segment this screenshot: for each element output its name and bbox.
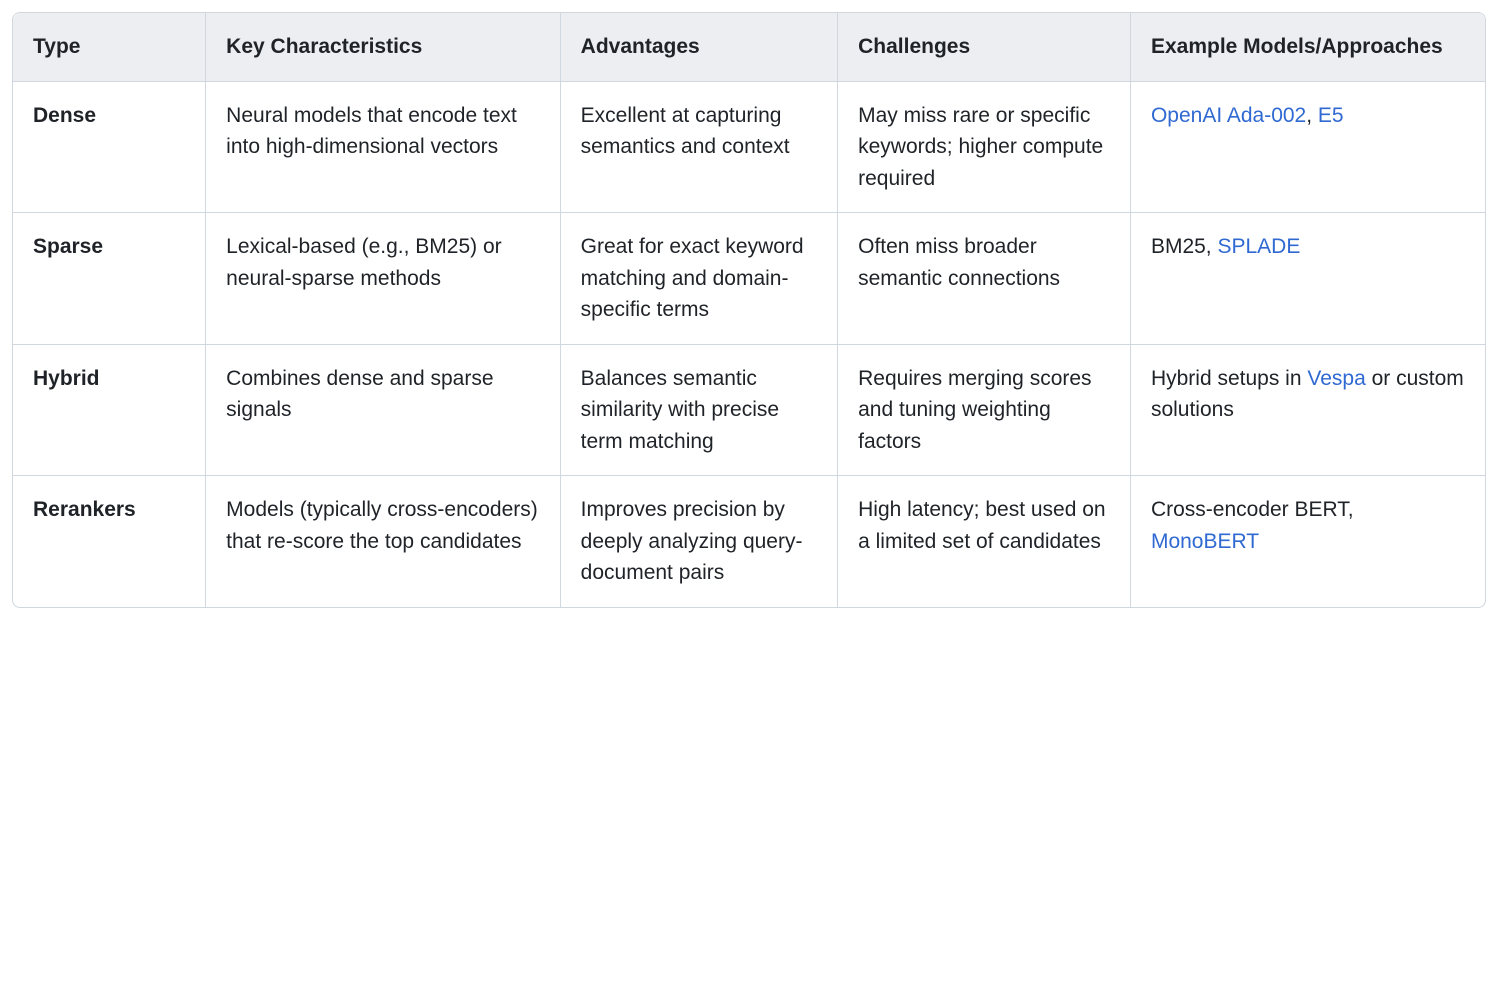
cell-example-models: Cross-encoder BERT, MonoBERT — [1130, 476, 1485, 607]
header-key-characteristics: Key Characteristics — [206, 13, 561, 81]
cell-type: Rerankers — [13, 476, 206, 607]
text-fragment: BM25, — [1151, 235, 1218, 258]
model-link[interactable]: E5 — [1318, 104, 1344, 127]
comparison-table-wrapper: Type Key Characteristics Advantages Chal… — [12, 12, 1486, 608]
model-link[interactable]: SPLADE — [1217, 235, 1300, 258]
table-header-row: Type Key Characteristics Advantages Chal… — [13, 13, 1485, 81]
table-row: DenseNeural models that encode text into… — [13, 81, 1485, 213]
cell-key-characteristics: Combines dense and sparse signals — [206, 344, 561, 476]
cell-challenges: May miss rare or specific keywords; high… — [838, 81, 1131, 213]
cell-type: Dense — [13, 81, 206, 213]
cell-advantages: Improves precision by deeply analyzing q… — [560, 476, 837, 607]
cell-challenges: Requires merging scores and tuning weigh… — [838, 344, 1131, 476]
text-fragment: Cross-encoder BERT, — [1151, 498, 1354, 521]
cell-example-models: BM25, SPLADE — [1130, 213, 1485, 345]
cell-type: Sparse — [13, 213, 206, 345]
table-row: RerankersModels (typically cross-encoder… — [13, 476, 1485, 607]
cell-example-models: OpenAI Ada-002, E5 — [1130, 81, 1485, 213]
cell-type: Hybrid — [13, 344, 206, 476]
cell-key-characteristics: Models (typically cross-encoders) that r… — [206, 476, 561, 607]
model-link[interactable]: OpenAI Ada-002 — [1151, 104, 1306, 127]
header-advantages: Advantages — [560, 13, 837, 81]
cell-key-characteristics: Neural models that encode text into high… — [206, 81, 561, 213]
cell-challenges: High latency; best used on a limited set… — [838, 476, 1131, 607]
text-fragment: , — [1306, 104, 1318, 127]
cell-advantages: Great for exact keyword matching and dom… — [560, 213, 837, 345]
table-row: SparseLexical-based (e.g., BM25) or neur… — [13, 213, 1485, 345]
cell-key-characteristics: Lexical-based (e.g., BM25) or neural-spa… — [206, 213, 561, 345]
cell-example-models: Hybrid setups in Vespa or custom solutio… — [1130, 344, 1485, 476]
cell-challenges: Often miss broader semantic connections — [838, 213, 1131, 345]
model-link[interactable]: Vespa — [1307, 367, 1365, 390]
model-link[interactable]: MonoBERT — [1151, 530, 1259, 553]
header-example-models: Example Models/Approaches — [1130, 13, 1485, 81]
table-row: HybridCombines dense and sparse signalsB… — [13, 344, 1485, 476]
cell-advantages: Balances semantic similarity with precis… — [560, 344, 837, 476]
comparison-table: Type Key Characteristics Advantages Chal… — [13, 13, 1485, 607]
cell-advantages: Excellent at capturing semantics and con… — [560, 81, 837, 213]
text-fragment: Hybrid setups in — [1151, 367, 1307, 390]
header-challenges: Challenges — [838, 13, 1131, 81]
header-type: Type — [13, 13, 206, 81]
